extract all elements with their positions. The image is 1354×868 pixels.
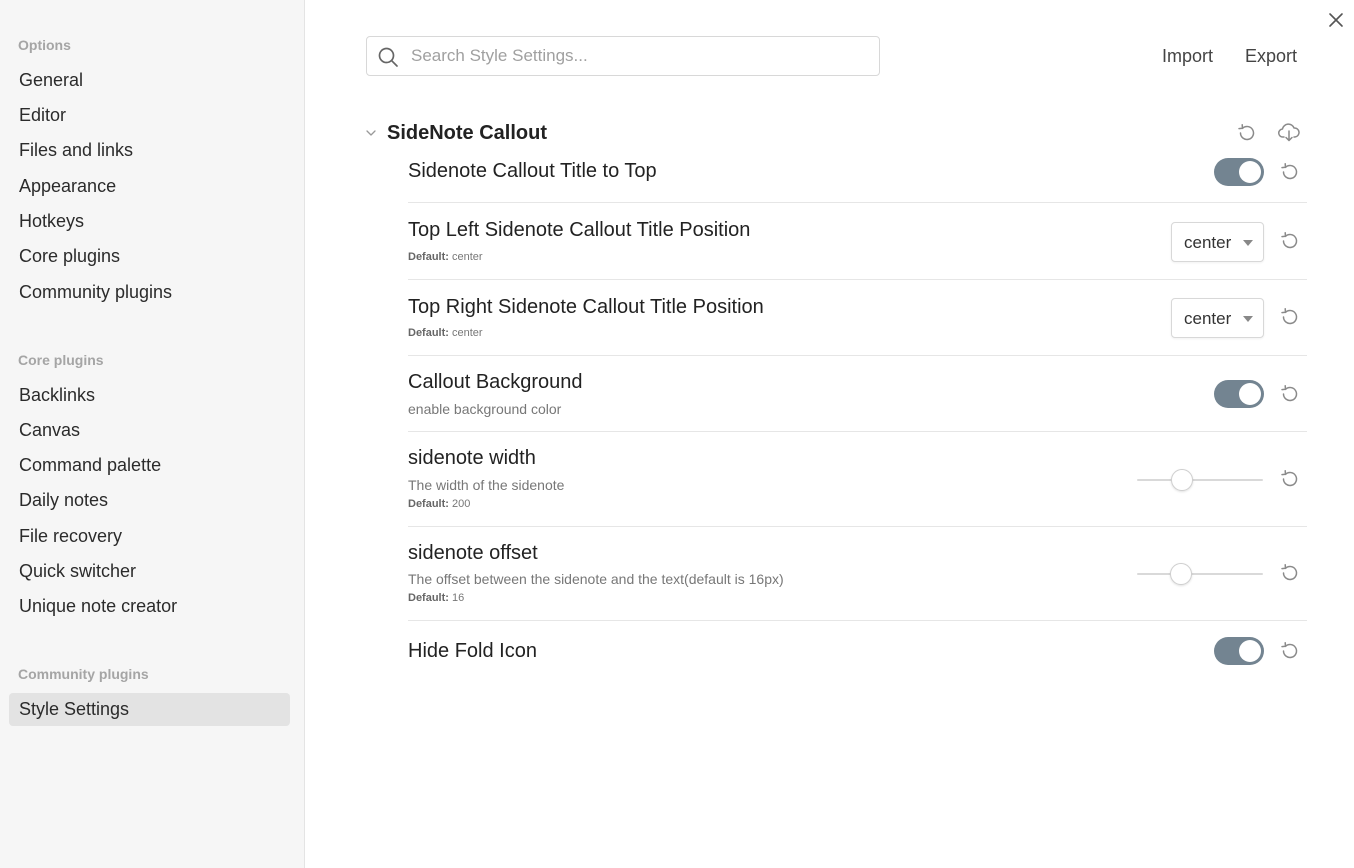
slider-track: [1137, 573, 1263, 575]
reset-icon[interactable]: [1277, 638, 1303, 664]
top-right-position-select[interactable]: center: [1171, 298, 1264, 338]
setting-name: Top Left Sidenote Callout Title Position: [408, 219, 751, 241]
setting-row-callout-background: Callout Background enable background col…: [408, 355, 1307, 431]
slider-thumb[interactable]: [1170, 563, 1192, 585]
default-label: Default:: [408, 327, 449, 339]
hide-fold-icon-toggle[interactable]: [1214, 637, 1264, 665]
sidebar-item-core-plugins[interactable]: Core plugins: [9, 240, 290, 273]
import-button[interactable]: Import: [1162, 46, 1213, 67]
settings-content: Import Export SideNote Callout Sidenote …: [306, 0, 1354, 868]
default-value: center: [452, 251, 483, 263]
sidebar-item-file-recovery[interactable]: File recovery: [9, 520, 290, 553]
setting-default: Default: center: [408, 251, 483, 263]
sidebar-item-style-settings[interactable]: Style Settings: [9, 693, 290, 726]
download-cloud-icon[interactable]: [1276, 120, 1302, 146]
setting-default: Default: center: [408, 327, 483, 339]
default-value: 16: [452, 592, 465, 604]
default-value: center: [452, 327, 483, 339]
slider-track: [1137, 479, 1263, 481]
reset-icon[interactable]: [1277, 228, 1303, 254]
search-icon: [377, 46, 399, 68]
setting-row-title-to-top: Sidenote Callout Title to Top: [408, 150, 1307, 202]
setting-row-top-left-position: Top Left Sidenote Callout Title Position…: [408, 202, 1307, 279]
default-label: Default:: [408, 251, 449, 263]
sidenote-width-slider[interactable]: [1137, 468, 1263, 492]
reset-icon[interactable]: [1277, 159, 1303, 185]
sidebar-item-canvas[interactable]: Canvas: [9, 414, 290, 447]
select-value: center: [1184, 309, 1232, 328]
reset-icon[interactable]: [1234, 120, 1260, 146]
setting-default: Default: 16: [408, 592, 464, 604]
top-left-position-select[interactable]: center: [1171, 222, 1264, 262]
setting-description: The width of the sidenote: [408, 477, 565, 493]
setting-description: The offset between the sidenote and the …: [408, 571, 784, 587]
toggle-knob: [1239, 640, 1261, 662]
sidebar-item-daily-notes[interactable]: Daily notes: [9, 484, 290, 517]
setting-row-hide-fold-icon: Hide Fold Icon: [408, 620, 1307, 682]
caret-down-icon: [1243, 316, 1253, 322]
toggle-knob: [1239, 161, 1261, 183]
reset-icon[interactable]: [1277, 381, 1303, 407]
close-icon[interactable]: [1324, 8, 1348, 32]
setting-name: sidenote width: [408, 447, 536, 469]
default-label: Default:: [408, 498, 449, 510]
setting-name: Sidenote Callout Title to Top: [408, 160, 657, 182]
sidebar-item-unique-note-creator[interactable]: Unique note creator: [9, 590, 290, 623]
setting-name: sidenote offset: [408, 542, 538, 564]
sidebar-item-quick-switcher[interactable]: Quick switcher: [9, 555, 290, 588]
setting-name: Top Right Sidenote Callout Title Positio…: [408, 296, 764, 318]
sidebar-item-community-plugins[interactable]: Community plugins: [9, 276, 290, 309]
settings-sidebar: Options General Editor Files and links A…: [0, 0, 305, 868]
sidebar-item-appearance[interactable]: Appearance: [9, 170, 290, 203]
chevron-down-icon[interactable]: [364, 126, 378, 140]
search-input[interactable]: [411, 37, 871, 75]
setting-row-sidenote-offset: sidenote offset The offset between the s…: [408, 526, 1307, 620]
reset-icon[interactable]: [1277, 466, 1303, 492]
select-value: center: [1184, 233, 1232, 252]
search-box: [366, 36, 880, 76]
export-button[interactable]: Export: [1245, 46, 1297, 67]
sidebar-item-hotkeys[interactable]: Hotkeys: [9, 205, 290, 238]
setting-row-top-right-position: Top Right Sidenote Callout Title Positio…: [408, 279, 1307, 355]
section-title: SideNote Callout: [387, 122, 548, 144]
section-header[interactable]: SideNote Callout: [364, 118, 1306, 148]
setting-name: Callout Background: [408, 371, 583, 393]
sidebar-heading-options: Options: [18, 37, 71, 53]
sidebar-item-files-and-links[interactable]: Files and links: [9, 134, 290, 167]
title-to-top-toggle[interactable]: [1214, 158, 1264, 186]
default-label: Default:: [408, 592, 449, 604]
sidebar-heading-community-plugins: Community plugins: [18, 666, 149, 682]
slider-thumb[interactable]: [1171, 469, 1193, 491]
default-value: 200: [452, 498, 471, 510]
sidebar-heading-core-plugins: Core plugins: [18, 352, 104, 368]
sidebar-item-command-palette[interactable]: Command palette: [9, 449, 290, 482]
toggle-knob: [1239, 383, 1261, 405]
sidebar-item-general[interactable]: General: [9, 64, 290, 97]
callout-background-toggle[interactable]: [1214, 380, 1264, 408]
setting-name: Hide Fold Icon: [408, 640, 537, 662]
reset-icon[interactable]: [1277, 304, 1303, 330]
sidebar-item-editor[interactable]: Editor: [9, 99, 290, 132]
sidebar-item-backlinks[interactable]: Backlinks: [9, 379, 290, 412]
sidenote-offset-slider[interactable]: [1137, 562, 1263, 586]
reset-icon[interactable]: [1277, 560, 1303, 586]
setting-row-sidenote-width: sidenote width The width of the sidenote…: [408, 431, 1307, 526]
setting-default: Default: 200: [408, 498, 470, 510]
setting-description: enable background color: [408, 401, 562, 417]
caret-down-icon: [1243, 240, 1253, 246]
